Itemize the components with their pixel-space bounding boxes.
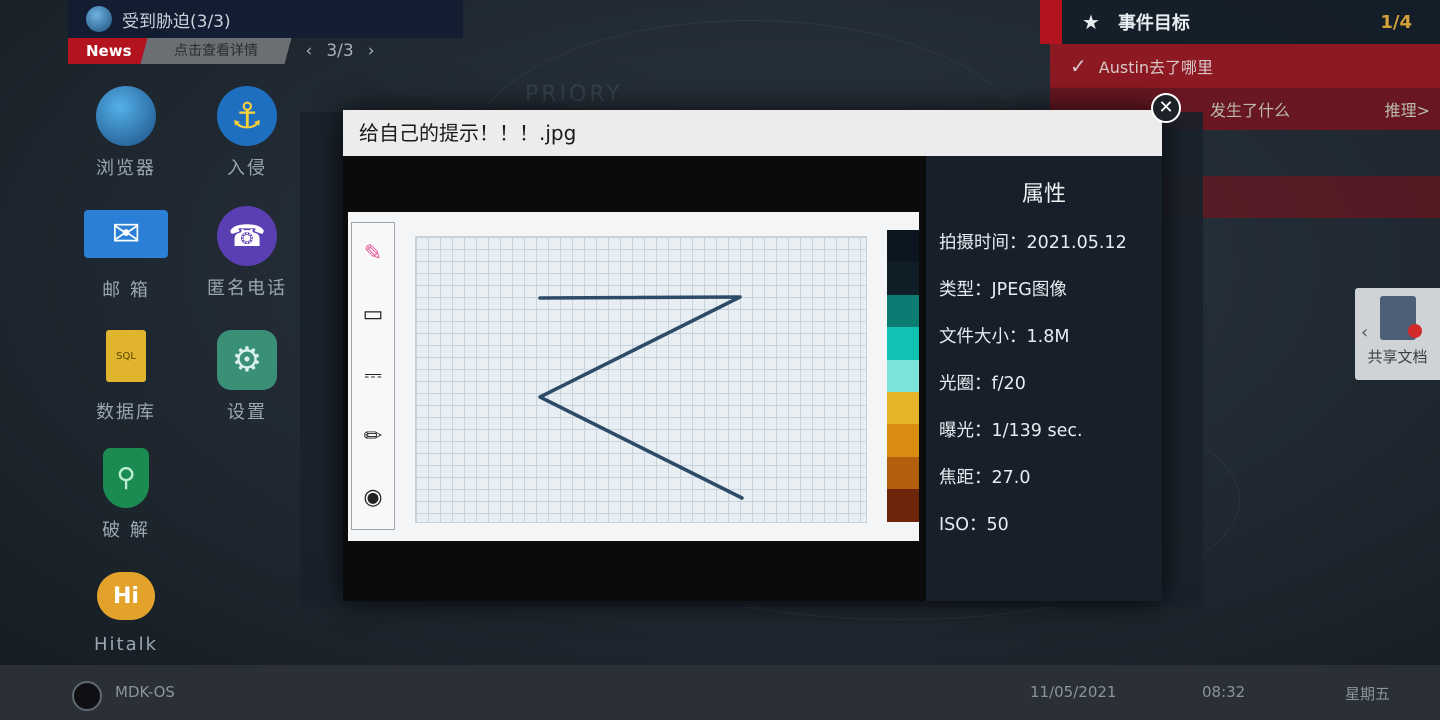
prop-aperture: 光圈：f/20 bbox=[939, 374, 1026, 394]
taskbar: MDK-OS 11/05/2021 08:32 星期五 bbox=[0, 665, 1440, 720]
color-swatch bbox=[887, 294, 919, 328]
taskbar-time: 08:32 bbox=[1202, 683, 1246, 701]
map-watermark: PRIORY bbox=[525, 82, 623, 107]
news-title: 受到胁迫(3/3) bbox=[122, 11, 231, 32]
color-swatch bbox=[887, 327, 919, 360]
photo: ✎ ▭ ⎓ ✏ ◉ bbox=[348, 212, 919, 541]
eraser-icon: ▭ bbox=[362, 302, 384, 327]
color-swatch bbox=[887, 391, 919, 425]
brush-icon: ✏ bbox=[363, 424, 383, 449]
app-settings[interactable]: ⚙ 设置 bbox=[192, 330, 302, 424]
stamp-icon: ⎓ bbox=[364, 363, 382, 388]
star-icon: ★ bbox=[1082, 10, 1100, 34]
hook-icon: ⚓ bbox=[217, 86, 277, 146]
properties-panel: 属性 拍摄时间：2021.05.12 类型：JPEG图像 文件大小：1.8M 光… bbox=[926, 156, 1162, 601]
drawn-symbol bbox=[538, 295, 744, 500]
color-palette bbox=[887, 230, 919, 522]
prop-capture-time: 拍摄时间：2021.05.12 bbox=[939, 233, 1127, 253]
sql-file-icon: SQL bbox=[106, 330, 146, 382]
news-detail-label: 点击查看详情 bbox=[173, 43, 258, 59]
check-icon: ✓ bbox=[1070, 54, 1087, 78]
news-tag: News bbox=[68, 38, 150, 64]
app-label: 匿名电话 bbox=[207, 278, 287, 299]
phone-icon: ☎ bbox=[217, 206, 277, 266]
color-swatch bbox=[887, 424, 919, 457]
globe-icon bbox=[86, 6, 112, 32]
color-swatch bbox=[887, 456, 919, 490]
event-goal-item[interactable]: ✓ Austin去了哪里 bbox=[1050, 44, 1440, 88]
properties-title: 属性 bbox=[1021, 182, 1066, 207]
gear-icon: ⚙ bbox=[217, 330, 277, 390]
globe-icon bbox=[96, 86, 156, 146]
highlighter-icon: ✎ bbox=[363, 241, 383, 266]
app-hitalk[interactable]: Hi Hitalk bbox=[71, 572, 181, 655]
app-browser[interactable]: 浏览器 bbox=[71, 86, 181, 180]
app-label: 入侵 bbox=[227, 158, 267, 179]
chevron-right-icon[interactable]: › bbox=[368, 41, 375, 61]
image-viewer-dialog: 给自己的提示！！！.jpg ✎ ▭ ⎓ ✏ ◉ 属性 拍摄时间：2021.05.… bbox=[343, 110, 1162, 601]
news-pager: ‹ 3/3 › bbox=[306, 41, 375, 61]
news-bar: News 点击查看详情 ‹ 3/3 › bbox=[68, 38, 433, 64]
grid-paper bbox=[415, 236, 867, 523]
deduce-link[interactable]: 推理> bbox=[1385, 97, 1430, 121]
taskbar-weekday: 星期五 bbox=[1345, 685, 1391, 703]
app-label: Hitalk bbox=[93, 634, 159, 655]
hitalk-icon: Hi bbox=[97, 572, 155, 620]
app-label: 邮 箱 bbox=[102, 280, 150, 301]
app-label: 浏览器 bbox=[96, 158, 156, 179]
share-document-label: 共享文档 bbox=[1367, 348, 1428, 366]
beard-icon: ◉ bbox=[363, 485, 383, 510]
color-swatch bbox=[887, 230, 919, 263]
close-icon[interactable]: ✕ bbox=[1151, 93, 1181, 123]
chevron-left-icon[interactable]: ‹ bbox=[306, 41, 313, 61]
event-goals-title: 事件目标 bbox=[1117, 13, 1190, 34]
color-swatch bbox=[887, 489, 919, 522]
app-mail[interactable]: ✉ 邮 箱 bbox=[71, 210, 181, 302]
document-icon bbox=[1379, 296, 1422, 340]
key-shield-icon: ⚲ bbox=[103, 448, 149, 508]
color-swatch bbox=[887, 262, 919, 295]
app-label: 数据库 bbox=[96, 402, 156, 423]
prop-exposure: 曝光：1/139 sec. bbox=[939, 421, 1083, 441]
event-goals-count: 1/4 bbox=[1380, 11, 1412, 33]
prop-focal-length: 焦距：27.0 bbox=[939, 468, 1031, 488]
prop-iso: ISO：50 bbox=[939, 515, 1009, 535]
prop-type: 类型：JPEG图像 bbox=[939, 280, 1067, 300]
news-header[interactable]: 受到胁迫(3/3) bbox=[68, 0, 463, 38]
share-document-tab[interactable]: ‹ 共享文档 bbox=[1355, 288, 1440, 380]
mail-icon: ✉ bbox=[84, 210, 168, 258]
color-swatch bbox=[887, 359, 919, 392]
drawing-toolbar: ✎ ▭ ⎓ ✏ ◉ bbox=[351, 222, 395, 530]
os-logo-icon[interactable] bbox=[72, 681, 102, 711]
os-name: MDK-OS bbox=[115, 683, 175, 701]
news-page-number: 3/3 bbox=[326, 41, 354, 61]
app-anon-call[interactable]: ☎ 匿名电话 bbox=[192, 206, 302, 300]
event-goals-header[interactable]: ★ 事件目标 1/4 bbox=[1040, 0, 1440, 44]
taskbar-date: 11/05/2021 bbox=[1030, 683, 1117, 701]
app-label: 破 解 bbox=[102, 520, 150, 541]
app-hack[interactable]: ⚓ 入侵 bbox=[192, 86, 302, 180]
app-database[interactable]: SQL 数据库 bbox=[71, 330, 181, 424]
news-detail-link[interactable]: 点击查看详情 bbox=[140, 38, 291, 64]
photo-area: ✎ ▭ ⎓ ✏ ◉ bbox=[343, 156, 926, 601]
chevron-left-icon: ‹ bbox=[1361, 322, 1369, 343]
event-goal-label: Austin去了哪里 bbox=[1098, 58, 1214, 77]
app-label: 设置 bbox=[227, 402, 267, 423]
app-crack[interactable]: ⚲ 破 解 bbox=[71, 448, 181, 542]
dialog-title: 给自己的提示！！！.jpg bbox=[343, 110, 1162, 156]
prop-file-size: 文件大小：1.8M bbox=[939, 327, 1070, 347]
